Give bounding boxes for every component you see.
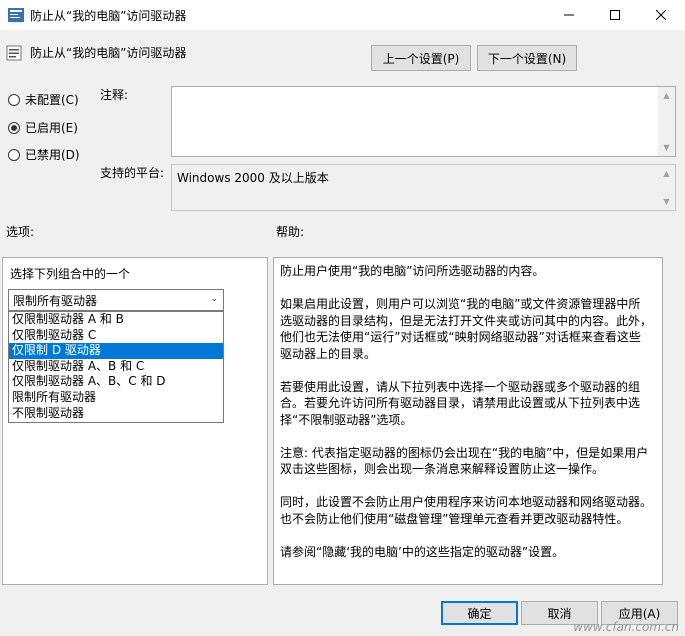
dropdown-option-selected[interactable]: 仅限制 D 驱动器	[9, 343, 223, 359]
radio-label: 已启用(E)	[25, 121, 78, 135]
next-setting-button[interactable]: 下一个设置(N)	[477, 45, 577, 71]
dropdown-option[interactable]: 不限制驱动器	[9, 406, 223, 422]
dropdown-option[interactable]: 仅限制驱动器 A 和 B	[9, 312, 223, 328]
help-text: 防止用户使用“我的电脑”访问所选驱动器的内容。 如果启用此设置，则用户可以浏览“…	[280, 263, 652, 577]
platform-value: Windows 2000 及以上版本	[177, 171, 329, 185]
radio-indicator[interactable]	[8, 148, 20, 161]
radio-indicator[interactable]	[8, 121, 20, 134]
comment-scrollbar[interactable]: ▲ ▼	[658, 87, 675, 156]
options-label: 选项:	[6, 225, 35, 239]
radio-label: 未配置(C)	[25, 93, 79, 107]
help-paragraph: 请参阅“隐藏‘我的电脑’中的这些指定的驱动器”设置。	[280, 544, 565, 559]
window-title: 防止从“我的电脑”访问驱动器	[30, 9, 187, 23]
dropdown-option[interactable]: 限制所有驱动器	[9, 390, 223, 406]
platform-label: 支持的平台:	[100, 166, 165, 180]
ok-button[interactable]: 确定	[441, 601, 518, 625]
scroll-down-icon[interactable]: ▼	[658, 193, 675, 210]
setting-icon	[6, 45, 22, 61]
radio-indicator[interactable]	[8, 93, 20, 106]
title-bar: 防止从“我的电脑”访问驱动器	[0, 0, 685, 30]
close-button[interactable]	[638, 0, 684, 30]
drive-combo[interactable]: 限制所有驱动器 ⌄	[8, 289, 224, 311]
radio-enabled[interactable]: 已启用(E)	[8, 119, 78, 136]
help-paragraph: 同时，此设置不会防止用户使用程序来访问本地驱动器和网络驱动器。也不会防止他们使用…	[280, 495, 653, 526]
watermark: www.cfan.com.cn	[573, 620, 679, 634]
radio-label: 已禁用(D)	[25, 148, 80, 162]
platform-scrollbar[interactable]: ▲ ▼	[658, 165, 675, 210]
dropdown-option[interactable]: 仅限制驱动器 C	[9, 328, 223, 344]
comment-label: 注释:	[100, 88, 129, 102]
help-paragraph: 若要使用此设置，请从下拉列表中选择一个驱动器或多个驱动器的组合。若要允许访问所有…	[280, 379, 641, 427]
minimize-button[interactable]	[546, 0, 592, 30]
radio-disabled[interactable]: 已禁用(D)	[8, 146, 80, 163]
combo-caption: 选择下列组合中的一个	[10, 267, 131, 281]
policy-icon	[8, 8, 24, 22]
platform-field: Windows 2000 及以上版本 ▲ ▼	[171, 164, 676, 211]
drive-dropdown-list[interactable]: 仅限制驱动器 A 和 B 仅限制驱动器 C 仅限制 D 驱动器 仅限制驱动器 A…	[8, 311, 224, 423]
setting-title: 防止从“我的电脑”访问驱动器	[30, 46, 187, 60]
dropdown-option[interactable]: 仅限制驱动器 A、B 和 C	[9, 359, 223, 375]
scroll-up-icon[interactable]: ▲	[658, 87, 675, 104]
help-paragraph: 如果启用此设置，则用户可以浏览“我的电脑”或文件资源管理器中所选驱动器的目录结构…	[280, 297, 653, 361]
help-label: 帮助:	[276, 225, 305, 239]
radio-not-configured[interactable]: 未配置(C)	[8, 91, 79, 108]
scroll-down-icon[interactable]: ▼	[658, 139, 675, 156]
maximize-button[interactable]	[592, 0, 638, 30]
minimize-icon	[564, 14, 574, 16]
help-paragraph: 防止用户使用“我的电脑”访问所选驱动器的内容。	[280, 264, 545, 278]
previous-setting-button[interactable]: 上一个设置(P)	[371, 45, 471, 71]
maximize-icon	[610, 10, 620, 20]
chevron-down-icon[interactable]: ⌄	[210, 294, 218, 304]
comment-textarea[interactable]: ▲ ▼	[171, 86, 676, 157]
scroll-up-icon[interactable]: ▲	[658, 165, 675, 182]
combo-value: 限制所有驱动器	[13, 293, 98, 308]
dropdown-option[interactable]: 仅限制驱动器 A、B、C 和 D	[9, 374, 223, 390]
help-paragraph: 注意: 代表指定驱动器的图标仍会出现在“我的电脑”中，但是如果用户双击这些图标，…	[280, 445, 649, 477]
close-icon	[656, 10, 666, 20]
